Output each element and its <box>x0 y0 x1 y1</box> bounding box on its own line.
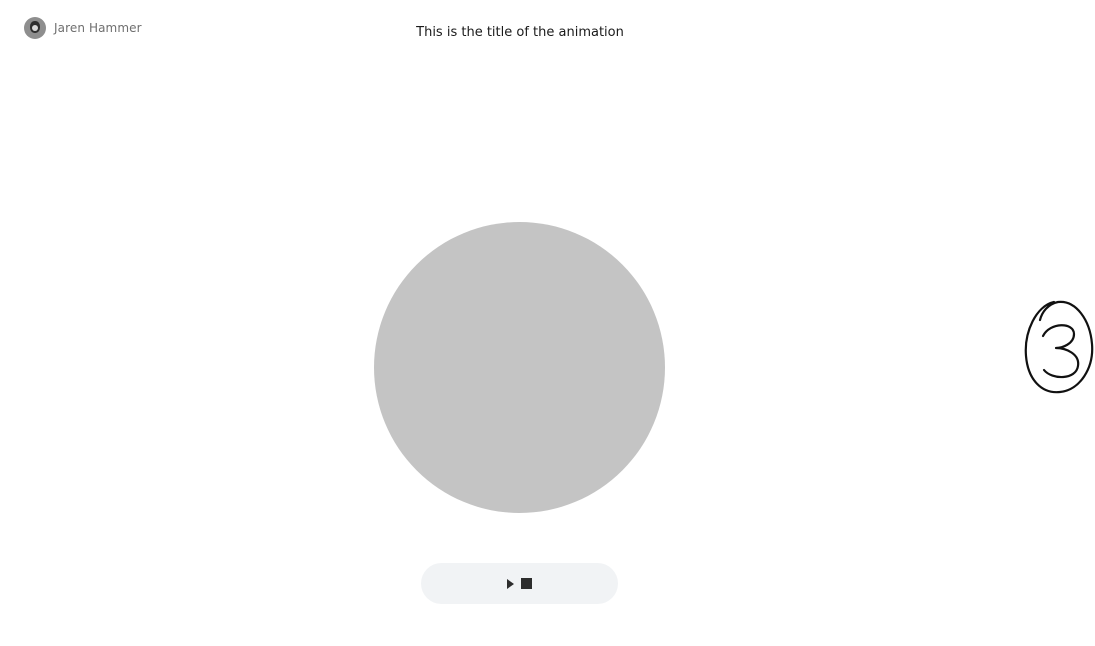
handwritten-number-annotation <box>1024 300 1094 394</box>
playback-controls <box>421 563 618 604</box>
stop-button[interactable] <box>521 578 532 589</box>
stop-icon <box>521 578 532 589</box>
play-button[interactable] <box>507 578 514 589</box>
animation-title: This is the title of the animation <box>416 25 624 40</box>
animation-page: Jaren Hammer This is the title of the an… <box>0 0 1095 646</box>
animated-circle <box>374 222 665 513</box>
play-icon <box>507 578 514 589</box>
